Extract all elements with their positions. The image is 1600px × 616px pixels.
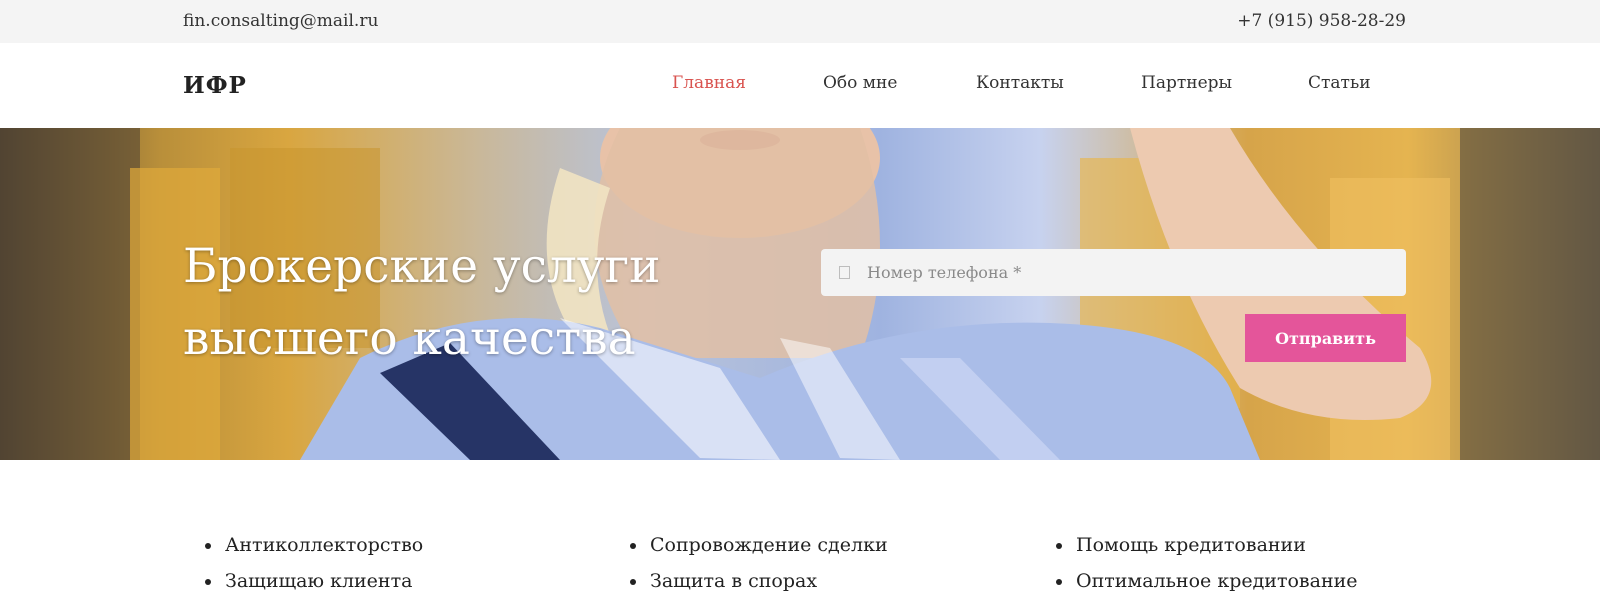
site-logo[interactable]: ИФР xyxy=(183,72,247,99)
service-label: Защита в спорах xyxy=(650,570,818,592)
list-item: Оптимальное кредитование xyxy=(1034,563,1358,599)
service-label: Антиколлекторство xyxy=(225,534,424,556)
hero-title: Брокерские услуги высшего качества xyxy=(183,231,743,375)
bullet-icon xyxy=(630,543,636,549)
services-list-1: Антиколлекторство Защищаю клиента xyxy=(183,527,423,599)
submit-button[interactable]: Отправить xyxy=(1245,314,1406,362)
phone-field[interactable] xyxy=(821,249,1406,296)
contact-email-link[interactable]: fin.consalting@mail.ru xyxy=(183,11,378,31)
phone-input[interactable] xyxy=(867,249,1387,296)
nav-item-about[interactable]: Обо мне xyxy=(823,73,897,93)
list-item: Сопровождение сделки xyxy=(608,527,888,563)
list-item: Защищаю клиента xyxy=(183,563,423,599)
service-label: Оптимальное кредитование xyxy=(1076,570,1358,592)
nav-item-home[interactable]: Главная xyxy=(672,73,746,93)
services-section: Антиколлекторство Защищаю клиента Сопров… xyxy=(0,460,1600,616)
hero-title-line-1: Брокерские услуги xyxy=(183,239,661,294)
list-item: Антиколлекторство xyxy=(183,527,423,563)
bullet-icon xyxy=(1056,579,1062,585)
nav-item-contacts[interactable]: Контакты xyxy=(976,73,1064,93)
hero-title-line-2: высшего качества xyxy=(183,311,636,366)
service-label: Защищаю клиента xyxy=(225,570,413,592)
services-list-3: Помощь кредитовании Оптимальное кредитов… xyxy=(1034,527,1358,599)
hero-banner: Брокерские услуги высшего качества Отпра… xyxy=(0,128,1600,460)
site-header: ИФР Главная Обо мне Контакты Партнеры Ст… xyxy=(0,43,1600,128)
contact-phone-link[interactable]: +7 (915) 958-28-29 xyxy=(1237,11,1406,31)
bullet-icon xyxy=(205,543,211,549)
nav-item-articles[interactable]: Статьи xyxy=(1308,73,1371,93)
list-item: Помощь кредитовании xyxy=(1034,527,1358,563)
service-label: Сопровождение сделки xyxy=(650,534,888,556)
bullet-icon xyxy=(1056,543,1062,549)
contact-topbar: fin.consalting@mail.ru +7 (915) 958-28-2… xyxy=(0,0,1600,43)
phone-square-icon xyxy=(839,266,850,279)
nav-item-partners[interactable]: Партнеры xyxy=(1141,73,1232,93)
services-list-2: Сопровождение сделки Защита в спорах xyxy=(608,527,888,599)
list-item: Защита в спорах xyxy=(608,563,888,599)
bullet-icon xyxy=(630,579,636,585)
bullet-icon xyxy=(205,579,211,585)
service-label: Помощь кредитовании xyxy=(1076,534,1306,556)
